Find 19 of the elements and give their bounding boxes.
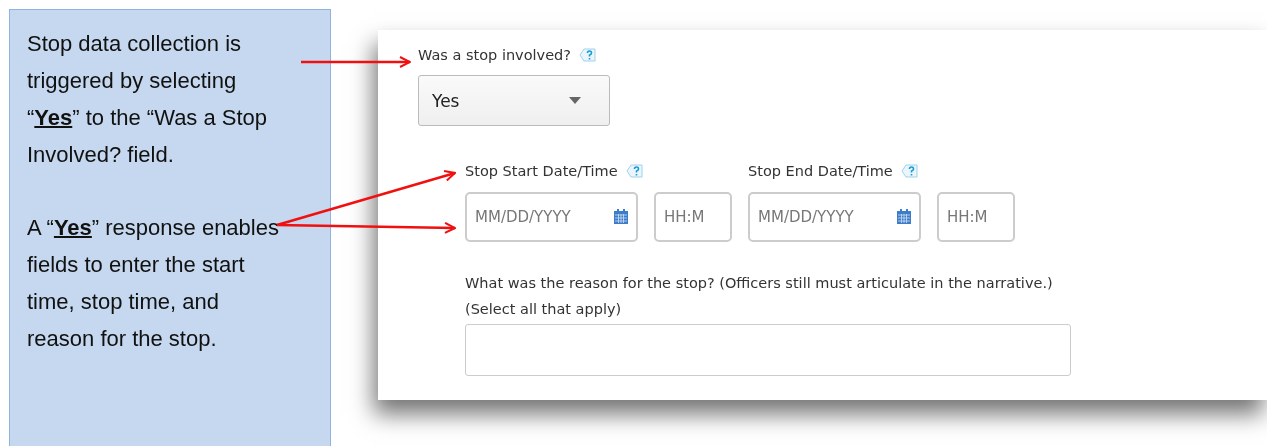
time-field[interactable]: HH:M bbox=[937, 192, 1015, 242]
help-icon[interactable] bbox=[625, 163, 644, 179]
caret-icon bbox=[569, 97, 581, 104]
field-label: What was the reason for the stop? (Officers still must articulate in the narrative.) bbox=[465, 274, 1054, 293]
reason-field[interactable] bbox=[465, 324, 1071, 376]
calendar-icon[interactable] bbox=[614, 209, 628, 224]
field-label: Was a stop involved? bbox=[418, 46, 571, 65]
field-label: Stop Start Date/Time bbox=[465, 162, 618, 181]
date-field[interactable]: MM/DD/YYYY bbox=[748, 192, 921, 242]
field-hint: (Select all that apply) bbox=[465, 300, 623, 319]
help-icon[interactable] bbox=[900, 163, 919, 179]
field-label: Stop End Date/Time bbox=[748, 162, 893, 181]
time-field[interactable]: HH:M bbox=[654, 192, 732, 242]
date-field[interactable]: MM/DD/YYYY bbox=[465, 192, 638, 242]
callout-text: A “Yes” response enables fields to enter the start time, stop time, and reason for the stop. bbox=[27, 214, 280, 353]
calendar-icon[interactable] bbox=[897, 209, 911, 224]
help-icon[interactable] bbox=[579, 47, 597, 63]
callout-text: Stop data collection is triggered by selecting “Yes” to the “Was a Stop Involved? field. bbox=[27, 30, 269, 169]
stop-dropdown[interactable]: Yes bbox=[418, 75, 610, 126]
